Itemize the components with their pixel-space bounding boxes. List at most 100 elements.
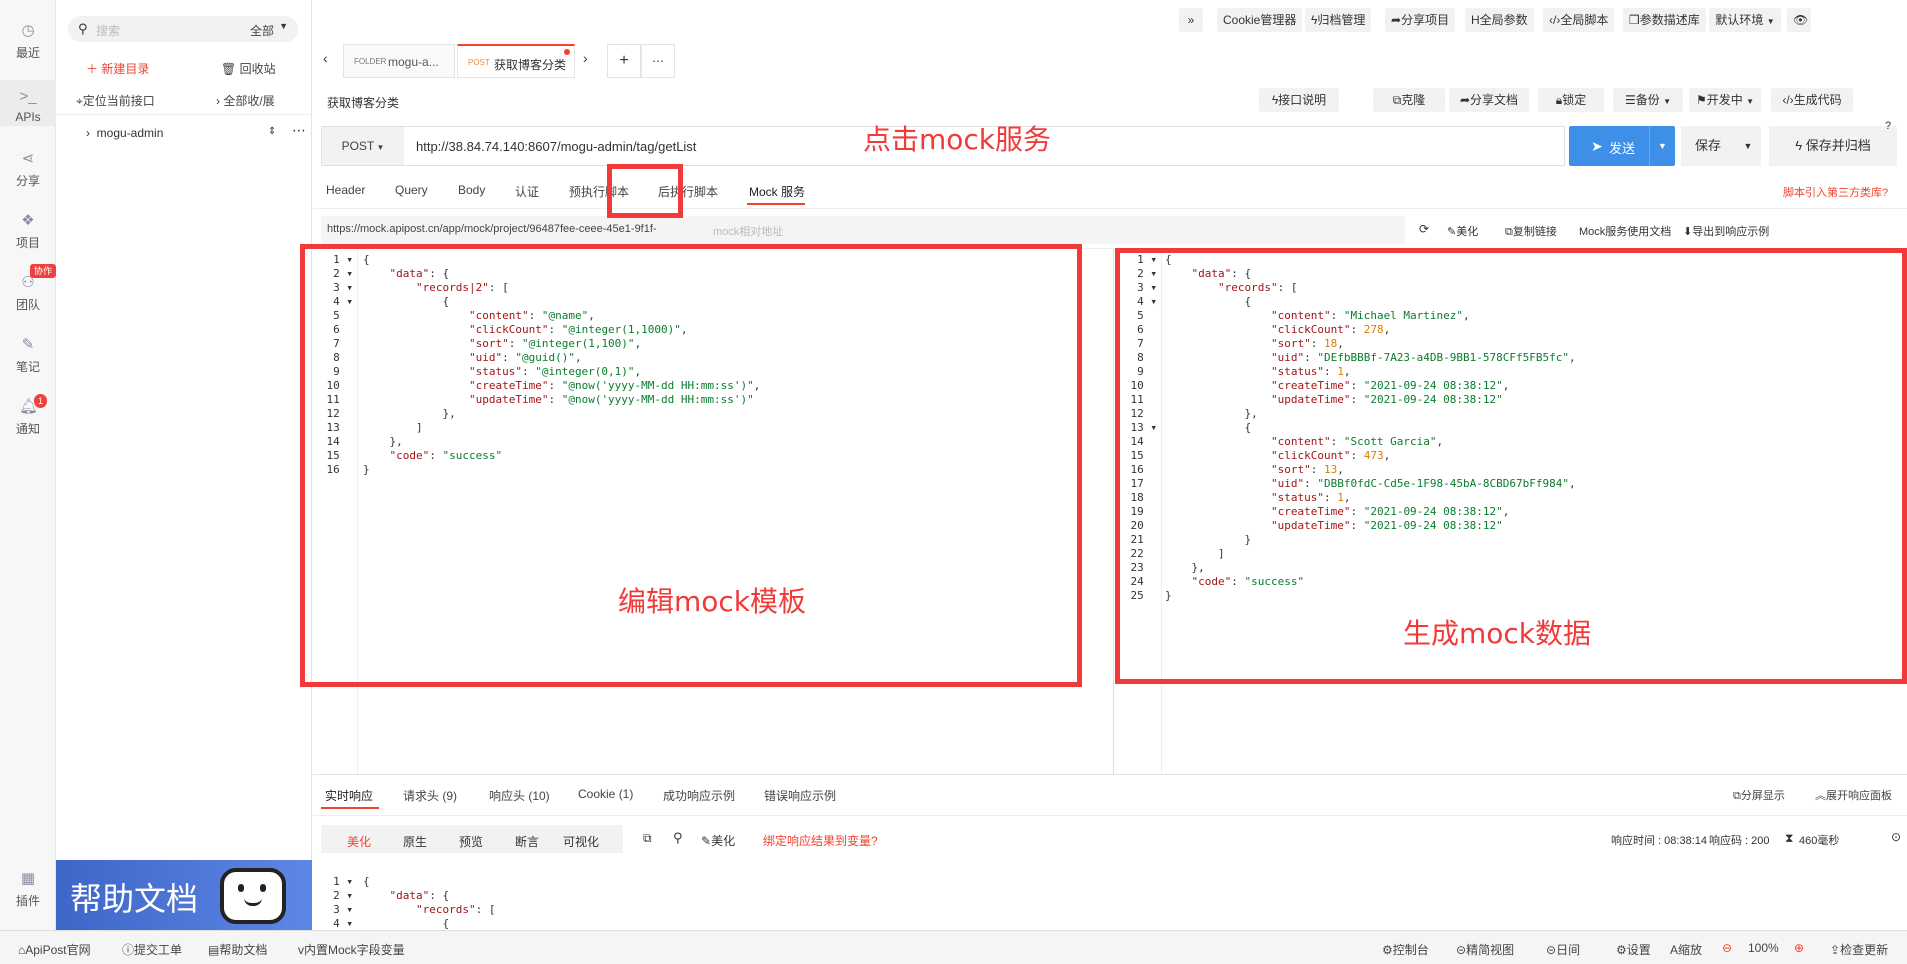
- expand-panel-button[interactable]: ︽展开响应面板: [1815, 787, 1892, 803]
- env-select[interactable]: 默认环境 ▼: [1709, 8, 1781, 32]
- tab-query[interactable]: Query: [395, 183, 428, 197]
- tab-mock-service[interactable]: Mock 服务: [749, 183, 805, 200]
- console-button[interactable]: ⚙控制台: [1382, 941, 1429, 958]
- copy-icon[interactable]: ⧉: [643, 831, 652, 846]
- lock-button[interactable]: 🔒︎锁定: [1538, 88, 1604, 112]
- recycle-label: 回收站: [239, 62, 276, 76]
- mascot-icon: [220, 868, 286, 924]
- rail-item-team[interactable]: ⚇ 团队 协作: [0, 264, 56, 313]
- new-dir-button[interactable]: ＋ 新建目录: [86, 60, 149, 77]
- zoom-out-icon[interactable]: ⊖: [1722, 941, 1732, 955]
- tab-auth[interactable]: 认证: [515, 183, 539, 200]
- response-body[interactable]: { "data": { "records": [ {: [363, 875, 495, 931]
- method-select[interactable]: POST ▼: [322, 127, 404, 165]
- rail-item-notify[interactable]: 🔔︎ 通知 1: [0, 394, 56, 437]
- new-tab-button[interactable]: +: [607, 44, 641, 78]
- locate-icon: ⌖: [76, 94, 83, 108]
- locate-button[interactable]: ⌖定位当前接口: [76, 92, 155, 109]
- expand-toolbar-button[interactable]: »: [1179, 8, 1203, 32]
- tab-more-button[interactable]: ⋯: [641, 44, 675, 78]
- tab-scroll-right-icon[interactable]: ›: [583, 50, 588, 66]
- tab-header[interactable]: Header: [326, 183, 365, 197]
- archive-label: 归档管理: [1317, 13, 1366, 27]
- submit-ticket-link[interactable]: ⓘ提交工单: [122, 941, 182, 958]
- filter-select[interactable]: 全部: [250, 22, 274, 39]
- view-raw[interactable]: 原生: [403, 833, 427, 850]
- split-view-label: 分屏显示: [1740, 790, 1785, 802]
- status-button[interactable]: ⚑开发中 ▼: [1689, 88, 1761, 112]
- share-project-button[interactable]: ➦分享项目: [1385, 8, 1456, 32]
- settings-button[interactable]: ⚙设置: [1616, 941, 1651, 958]
- chevron-down-icon[interactable]: ▼: [1649, 126, 1675, 166]
- rail-item-notes[interactable]: ✎ 笔记: [0, 336, 56, 375]
- refresh-icon[interactable]: ⟳: [1419, 222, 1429, 236]
- copy-link-button[interactable]: ⧉复制链接: [1505, 223, 1557, 239]
- tab-scroll-left-icon[interactable]: ‹: [323, 50, 328, 66]
- cookie-manager-button[interactable]: Cookie管理器: [1217, 8, 1303, 32]
- compact-view-toggle[interactable]: ⊝精简视图: [1456, 941, 1514, 958]
- save-dropdown-icon[interactable]: ▼: [1735, 126, 1761, 166]
- bind-variable-link[interactable]: 绑定响应结果到变量?: [763, 832, 878, 849]
- collapse-all-button[interactable]: › 全部收/展: [216, 92, 275, 109]
- tab-response-headers[interactable]: 响应头 (10): [489, 787, 550, 804]
- sort-icon[interactable]: ⇕: [268, 126, 276, 137]
- global-params-button[interactable]: H全局参数: [1465, 8, 1534, 32]
- day-mode-toggle[interactable]: ⊝日间: [1546, 941, 1580, 958]
- view-assert[interactable]: 断言: [515, 833, 539, 850]
- rail-item-plugins[interactable]: ▦ 插件: [0, 870, 56, 909]
- tab-folder[interactable]: FOLDER mogu-a...: [343, 44, 455, 78]
- gear-icon: ⚙: [1616, 943, 1627, 957]
- rail-item-recent[interactable]: ◷ 最近: [0, 22, 56, 61]
- font-size-icon: A: [1670, 943, 1679, 957]
- check-update-link[interactable]: ⇪检查更新: [1830, 941, 1888, 958]
- tab-post-active[interactable]: POST 获取博客分类: [457, 44, 575, 78]
- search-icon[interactable]: ⚲: [673, 830, 683, 846]
- save-button[interactable]: 保存: [1681, 126, 1735, 166]
- send-button[interactable]: ➤ 发送 ▼: [1569, 126, 1675, 166]
- view-preview[interactable]: 预览: [459, 833, 483, 850]
- tab-error-example[interactable]: 错误响应示例: [764, 787, 836, 804]
- active-tab-underline: [321, 807, 379, 809]
- help-doc-link[interactable]: ▤帮助文档: [208, 941, 267, 958]
- tab-success-example[interactable]: 成功响应示例: [663, 787, 735, 804]
- tab-request-headers[interactable]: 请求头 (9): [403, 787, 457, 804]
- url-input[interactable]: http://38.84.74.140:8607/mogu-admin/tag/…: [416, 139, 696, 154]
- save-archive-button[interactable]: ϟ 保存并归档: [1769, 126, 1897, 166]
- global-script-button[interactable]: ‹/›全局脚本: [1543, 8, 1615, 32]
- zoom-in-icon[interactable]: ⊕: [1794, 941, 1804, 955]
- export-example-button[interactable]: ⬇导出到响应示例: [1683, 223, 1769, 239]
- mock-vars-link[interactable]: v内置Mock字段变量: [298, 941, 405, 958]
- search-icon: ⚲: [78, 21, 88, 36]
- view-visual[interactable]: 可视化: [563, 833, 599, 850]
- split-view-button[interactable]: ⧉分屏显示: [1733, 787, 1785, 803]
- response-beautify-button[interactable]: ✎美化: [701, 832, 735, 849]
- mock-beautify-button[interactable]: ✎美化: [1447, 223, 1478, 239]
- search-input[interactable]: 搜索: [96, 22, 120, 39]
- rail-item-apis[interactable]: >_ APIs: [0, 80, 56, 126]
- api-desc-button[interactable]: ϟ接口说明: [1259, 88, 1339, 112]
- tab-realtime-response[interactable]: 实时响应: [325, 787, 373, 804]
- tab-cookie[interactable]: Cookie (1): [578, 787, 633, 801]
- gen-code-button[interactable]: ‹/›生成代码: [1771, 88, 1853, 112]
- official-site-link[interactable]: ⌂ApiPost官网: [18, 941, 91, 958]
- tree-node-mogu-admin[interactable]: › mogu-admin: [86, 126, 163, 140]
- recycle-button[interactable]: 🗑︎ 回收站: [221, 60, 276, 77]
- settings-icon[interactable]: ⊙: [1891, 830, 1901, 844]
- clone-button[interactable]: ⧉克隆: [1373, 88, 1445, 112]
- mock-url-field[interactable]: https://mock.apipost.cn/app/mock/project…: [321, 216, 1405, 244]
- param-desc-button[interactable]: ❒参数描述库: [1623, 8, 1706, 32]
- script-lib-link[interactable]: 脚本引入第三方类库?: [1783, 184, 1888, 200]
- rail-item-share[interactable]: ⋖ 分享: [0, 150, 56, 189]
- help-icon[interactable]: ?: [1885, 120, 1891, 132]
- search-box[interactable]: ⚲ 搜索 全部 ▼: [68, 16, 298, 42]
- archive-button[interactable]: ϟ归档管理: [1305, 8, 1372, 32]
- more-icon[interactable]: ⋯: [292, 122, 306, 139]
- eye-icon[interactable]: 👁︎: [1787, 8, 1811, 32]
- mock-doc-link[interactable]: Mock服务使用文档: [1579, 223, 1671, 239]
- view-pretty[interactable]: 美化: [347, 833, 371, 850]
- help-banner[interactable]: 帮助文档: [56, 860, 312, 930]
- rail-item-projects[interactable]: ❖ 项目: [0, 212, 56, 251]
- tab-body[interactable]: Body: [458, 183, 485, 197]
- backup-button[interactable]: ☰备份 ▼: [1613, 88, 1683, 112]
- share-doc-button[interactable]: ➦分享文档: [1449, 88, 1529, 112]
